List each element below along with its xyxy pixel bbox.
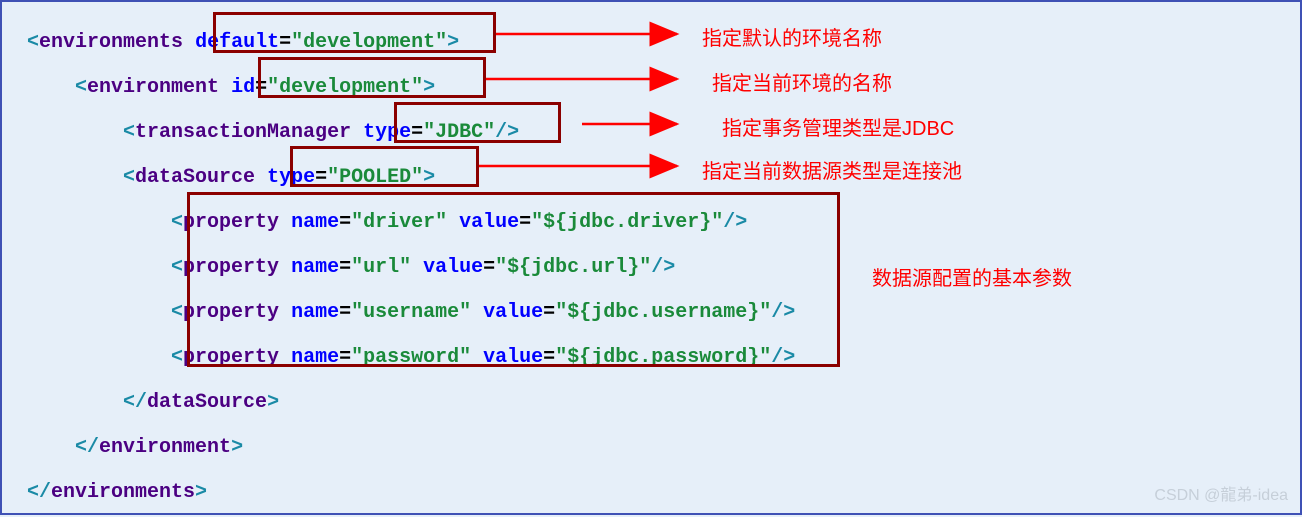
code-line-11: </environments> (27, 470, 795, 515)
annotation-default-env: 指定默认的环境名称 (702, 22, 882, 51)
highlight-properties-block (187, 192, 840, 367)
highlight-id-attr (258, 57, 486, 98)
annotation-tx-type: 指定事务管理类型是JDBC (722, 112, 954, 141)
highlight-default-attr (213, 12, 496, 53)
highlight-datasource-type (290, 146, 479, 187)
watermark: CSDN @龍弟-idea (1154, 481, 1288, 505)
annotation-ds-type: 指定当前数据源类型是连接池 (702, 155, 962, 184)
annotation-env-id: 指定当前环境的名称 (712, 67, 892, 96)
annotation-properties: 数据源配置的基本参数 (872, 262, 1072, 291)
code-line-9: </dataSource> (27, 380, 795, 425)
highlight-transaction-type (394, 102, 561, 143)
code-line-10: </environment> (27, 425, 795, 470)
